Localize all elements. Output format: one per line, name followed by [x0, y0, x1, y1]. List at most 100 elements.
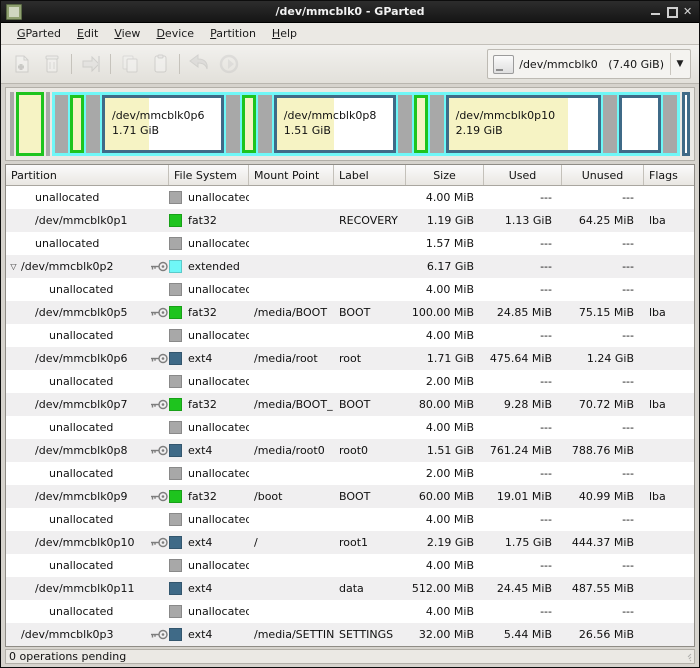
- filesystem-color-swatch: [169, 444, 182, 457]
- table-row[interactable]: unallocated unallocated 2.00 MiB --- ---: [6, 462, 694, 485]
- table-row[interactable]: /dev/mmcblk0p3 ext4/media/SETTINGS SETTING…: [6, 623, 694, 646]
- cell-size: 1.71 GiB: [426, 352, 474, 365]
- column-header-mountpoint[interactable]: Mount Point: [249, 165, 334, 185]
- graphic-partition[interactable]: /dev/mmcblk0p8 1.51 GiB: [273, 95, 397, 153]
- table-row[interactable]: unallocated unallocated 4.00 MiB --- ---: [6, 554, 694, 577]
- column-header-flags[interactable]: Flags: [644, 165, 694, 185]
- column-header-unused[interactable]: Unused: [562, 165, 644, 185]
- graphic-partition[interactable]: /dev/mmcblk0p10 2.19 GiB: [445, 95, 602, 153]
- resize-move-button[interactable]: [76, 49, 106, 79]
- table-row[interactable]: /dev/mmcblk0p7 fat32/media/BOOT_ BOOT 80.00…: [6, 393, 694, 416]
- delete-partition-button[interactable]: [37, 49, 67, 79]
- table-row[interactable]: unallocated unallocated 4.00 MiB --- ---: [6, 508, 694, 531]
- graphic-partition[interactable]: [413, 95, 428, 153]
- menu-partition[interactable]: Partition: [202, 25, 264, 42]
- cell-used: ---: [540, 559, 552, 572]
- table-row[interactable]: unallocated unallocated 4.00 MiB --- ---: [6, 416, 694, 439]
- graphic-partition[interactable]: [681, 92, 690, 156]
- graphic-unallocated[interactable]: [10, 92, 14, 156]
- mounted-key-icon: [149, 399, 169, 410]
- graphic-unallocated[interactable]: [226, 95, 241, 153]
- column-header-size[interactable]: Size: [406, 165, 484, 185]
- column-header-partition[interactable]: Partition: [6, 165, 169, 185]
- filesystem-name: unallocated: [188, 237, 249, 250]
- graphic-used-fill: [416, 98, 425, 150]
- cell-filesystem: ext4: [169, 582, 249, 595]
- table-row[interactable]: /dev/mmcblk0p5 fat32/media/BOOT BOOT 100.00…: [6, 301, 694, 324]
- graphic-unallocated[interactable]: [603, 95, 618, 153]
- partition-name: unallocated: [49, 467, 114, 480]
- chevron-down-icon[interactable]: ▼: [671, 59, 689, 69]
- apply-button[interactable]: [214, 49, 244, 79]
- table-row[interactable]: unallocated unallocated 4.00 MiB --- ---: [6, 324, 694, 347]
- expander-triangle-icon[interactable]: ▽: [6, 262, 21, 271]
- graphic-unallocated[interactable]: [398, 95, 412, 153]
- menu-gparted[interactable]: GParted: [9, 25, 69, 42]
- table-row[interactable]: unallocated unallocated 4.00 MiB --- ---: [6, 186, 694, 209]
- column-header-filesystem[interactable]: File System: [169, 165, 249, 185]
- graphic-unallocated[interactable]: [86, 95, 100, 153]
- graphic-unallocated[interactable]: [54, 95, 69, 153]
- cell-used: ---: [540, 329, 552, 342]
- menu-edit[interactable]: Edit: [69, 25, 106, 42]
- table-row[interactable]: unallocated unallocated 1.57 MiB --- ---: [6, 232, 694, 255]
- cell-partition: ▽/dev/mmcblk0p2: [6, 260, 169, 273]
- table-row[interactable]: /dev/mmcblk0p9 fat32/boot BOOT 60.00 MiB 19.…: [6, 485, 694, 508]
- menu-bar: GParted Edit View Device Partition Help: [1, 23, 699, 45]
- graphic-partition[interactable]: [242, 95, 256, 153]
- graphic-partition[interactable]: [15, 92, 44, 156]
- cell-mountpoint: /media/BOOT: [254, 306, 328, 319]
- column-header-used[interactable]: Used: [484, 165, 562, 185]
- graphic-unallocated[interactable]: [429, 95, 444, 153]
- cell-used: 19.01 MiB: [496, 490, 552, 503]
- graphic-unallocated[interactable]: [258, 95, 272, 153]
- menu-view[interactable]: View: [106, 25, 148, 42]
- partition-name: unallocated: [35, 237, 100, 250]
- cell-partition: unallocated: [6, 283, 169, 296]
- device-selector[interactable]: /dev/mmcblk0 (7.40 GiB) ▼: [487, 49, 691, 79]
- table-row[interactable]: /dev/mmcblk0p11 ext4 data 512.00 MiB 24.45 M…: [6, 577, 694, 600]
- table-row[interactable]: unallocated unallocated 4.00 MiB --- ---: [6, 278, 694, 301]
- graphic-extended-partition[interactable]: /dev/mmcblk0p6 1.71 GiB/dev/mmcblk0p8 1.51…: [51, 92, 680, 156]
- cell-used: 1.13 GiB: [504, 214, 552, 227]
- table-row[interactable]: /dev/mmcblk0p10 ext4 / root1 2.19 GiB 1.75 Gi…: [6, 531, 694, 554]
- filesystem-name: fat32: [188, 306, 217, 319]
- cell-used: ---: [540, 605, 552, 618]
- resize-grip-icon[interactable]: [680, 652, 692, 662]
- copy-button[interactable]: [115, 49, 145, 79]
- menu-help[interactable]: Help: [264, 25, 305, 42]
- new-partition-button[interactable]: [7, 49, 37, 79]
- graphic-partition[interactable]: /dev/mmcblk0p6 1.71 GiB: [101, 95, 225, 153]
- key-icon: [151, 353, 168, 364]
- partition-name: unallocated: [49, 283, 114, 296]
- menu-device[interactable]: Device: [148, 25, 202, 42]
- table-row[interactable]: unallocated unallocated 2.00 MiB --- ---: [6, 370, 694, 393]
- table-row[interactable]: unallocated unallocated 4.00 MiB --- ---: [6, 600, 694, 623]
- filesystem-color-swatch: [169, 628, 182, 641]
- graphic-partition[interactable]: [70, 95, 85, 153]
- table-row[interactable]: ▽/dev/mmcblk0p2 extended 6.17 GiB --- ---: [6, 255, 694, 278]
- table-row[interactable]: /dev/mmcblk0p6 ext4/media/root root 1.71 Gi…: [6, 347, 694, 370]
- cell-filesystem: ext4: [169, 444, 249, 457]
- minimize-button[interactable]: [651, 7, 660, 16]
- partition-graphic[interactable]: /dev/mmcblk0p6 1.71 GiB/dev/mmcblk0p8 1.51…: [5, 87, 695, 161]
- key-icon: [151, 445, 168, 456]
- close-button[interactable]: ✕: [683, 6, 692, 17]
- graphic-unallocated[interactable]: [45, 92, 50, 156]
- table-row[interactable]: /dev/mmcblk0p8 ext4/media/root0 root0 1.51 …: [6, 439, 694, 462]
- graphic-partition[interactable]: [619, 95, 661, 153]
- undo-button[interactable]: [184, 49, 214, 79]
- device-size: (7.40 GiB): [608, 57, 664, 71]
- maximize-button[interactable]: [667, 7, 678, 18]
- graphic-partition-text: /dev/mmcblk0p6 1.71 GiB: [105, 109, 205, 139]
- column-header-label[interactable]: Label: [334, 165, 406, 185]
- arrow-to-bar-icon: [82, 55, 100, 73]
- paste-button[interactable]: [145, 49, 175, 79]
- cell-size: 4.00 MiB: [425, 283, 474, 296]
- graphic-partition-size: 1.71 GiB: [111, 124, 160, 137]
- cell-partition: unallocated: [6, 191, 169, 204]
- cell-used: ---: [540, 283, 552, 296]
- cell-size: 2.19 GiB: [426, 536, 474, 549]
- table-row[interactable]: /dev/mmcblk0p1 fat32 RECOVERY 1.19 GiB 1.13 …: [6, 209, 694, 232]
- graphic-unallocated[interactable]: [662, 95, 677, 153]
